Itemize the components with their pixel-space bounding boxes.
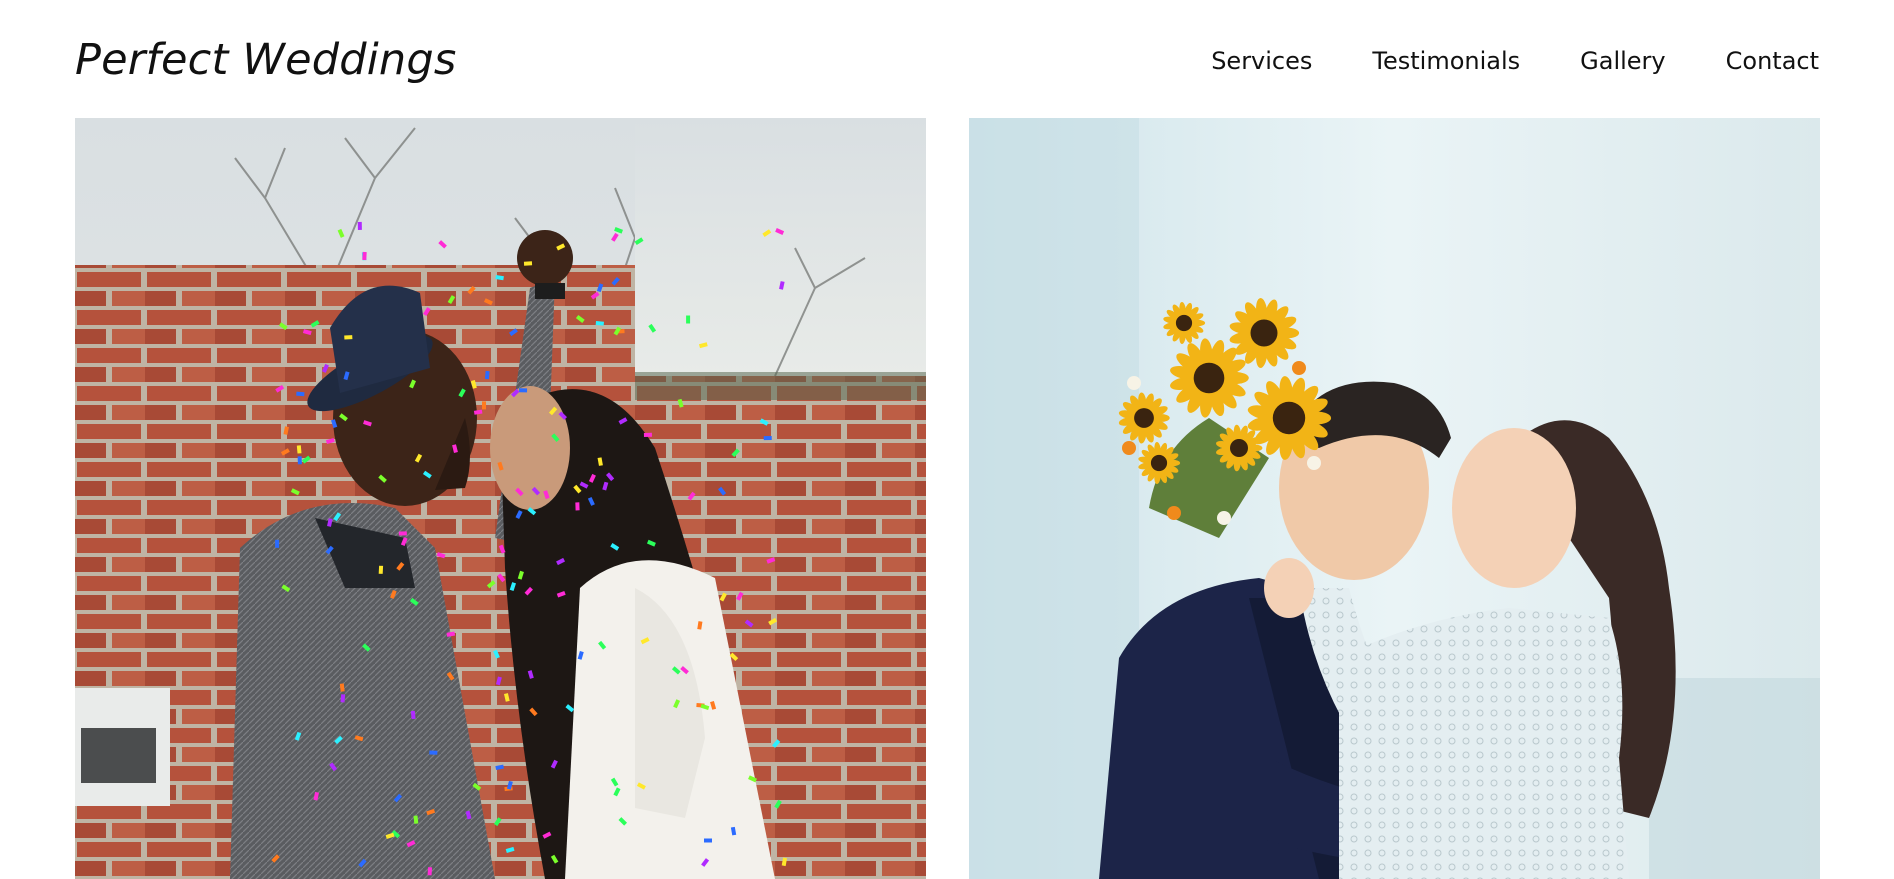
page: Perfect Weddings Services Testimonials G… <box>0 0 1894 879</box>
gallery-photo-sunflower-couple[interactable] <box>969 118 1820 879</box>
nav-link-contact[interactable]: Contact <box>1726 44 1819 78</box>
nav-link-testimonials[interactable]: Testimonials <box>1372 44 1520 78</box>
nav-link-gallery[interactable]: Gallery <box>1580 44 1665 78</box>
nav-link-services[interactable]: Services <box>1211 44 1312 78</box>
gallery-photo-confetti-kiss[interactable] <box>75 118 926 879</box>
sunflower-couple-image <box>969 118 1820 879</box>
photo-gallery <box>75 118 1820 879</box>
main-nav: Services Testimonials Gallery Contact <box>1211 44 1819 78</box>
confetti-kiss-image <box>75 118 926 879</box>
site-logo[interactable]: Perfect Weddings <box>75 31 457 89</box>
site-header: Perfect Weddings Services Testimonials G… <box>75 0 1819 118</box>
